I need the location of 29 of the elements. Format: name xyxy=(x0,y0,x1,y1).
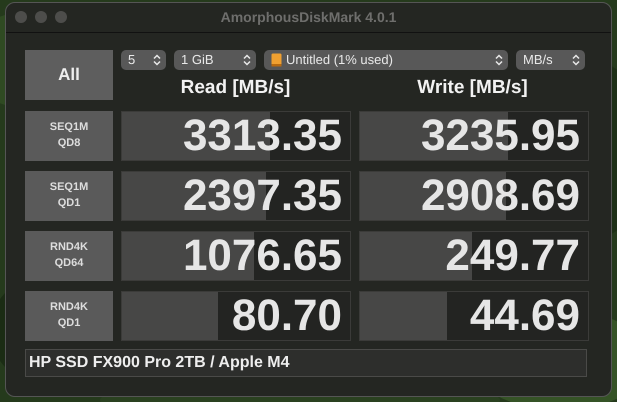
test-button[interactable]: RND4K QD64 xyxy=(25,230,113,280)
chevron-updown-icon xyxy=(153,54,161,66)
drive-info-field: HP SSD FX900 Pro 2TB / Apple M4 xyxy=(25,348,587,376)
minimize-button[interactable] xyxy=(35,11,47,23)
drive-icon xyxy=(271,53,282,67)
zoom-button[interactable] xyxy=(55,11,67,23)
result-value: 44.69 xyxy=(470,292,580,340)
test-button[interactable]: SEQ1M QD8 xyxy=(25,110,113,160)
result-value: 2397.35 xyxy=(182,172,342,220)
window-title: AmorphousDiskMark 4.0.1 xyxy=(220,8,396,27)
all-button[interactable]: All xyxy=(25,50,113,100)
dropdown-select[interactable]: 1 GiB xyxy=(174,50,256,70)
dropdown-select[interactable]: 5 xyxy=(121,50,166,70)
column-header: Read [MB/s] xyxy=(180,76,292,100)
chevron-updown-icon xyxy=(495,54,503,66)
result-value: 249.77 xyxy=(445,232,580,280)
dropdown-select[interactable]: MB/s xyxy=(516,50,585,70)
close-button[interactable] xyxy=(15,11,27,23)
drive-select[interactable]: Untitled (1% used) xyxy=(264,50,508,70)
result-value: 3313.35 xyxy=(182,112,342,160)
result-value: 2908.69 xyxy=(420,172,580,220)
chevron-updown-icon xyxy=(572,54,580,66)
test-button[interactable]: RND4K QD1 xyxy=(25,290,113,340)
result-value: 3235.95 xyxy=(420,112,580,160)
chevron-updown-icon xyxy=(243,54,251,66)
result-value: 80.70 xyxy=(232,292,342,340)
column-header: Write [MB/s] xyxy=(416,76,529,100)
result-value: 1076.65 xyxy=(182,232,342,280)
test-button[interactable]: SEQ1M QD1 xyxy=(25,170,113,220)
